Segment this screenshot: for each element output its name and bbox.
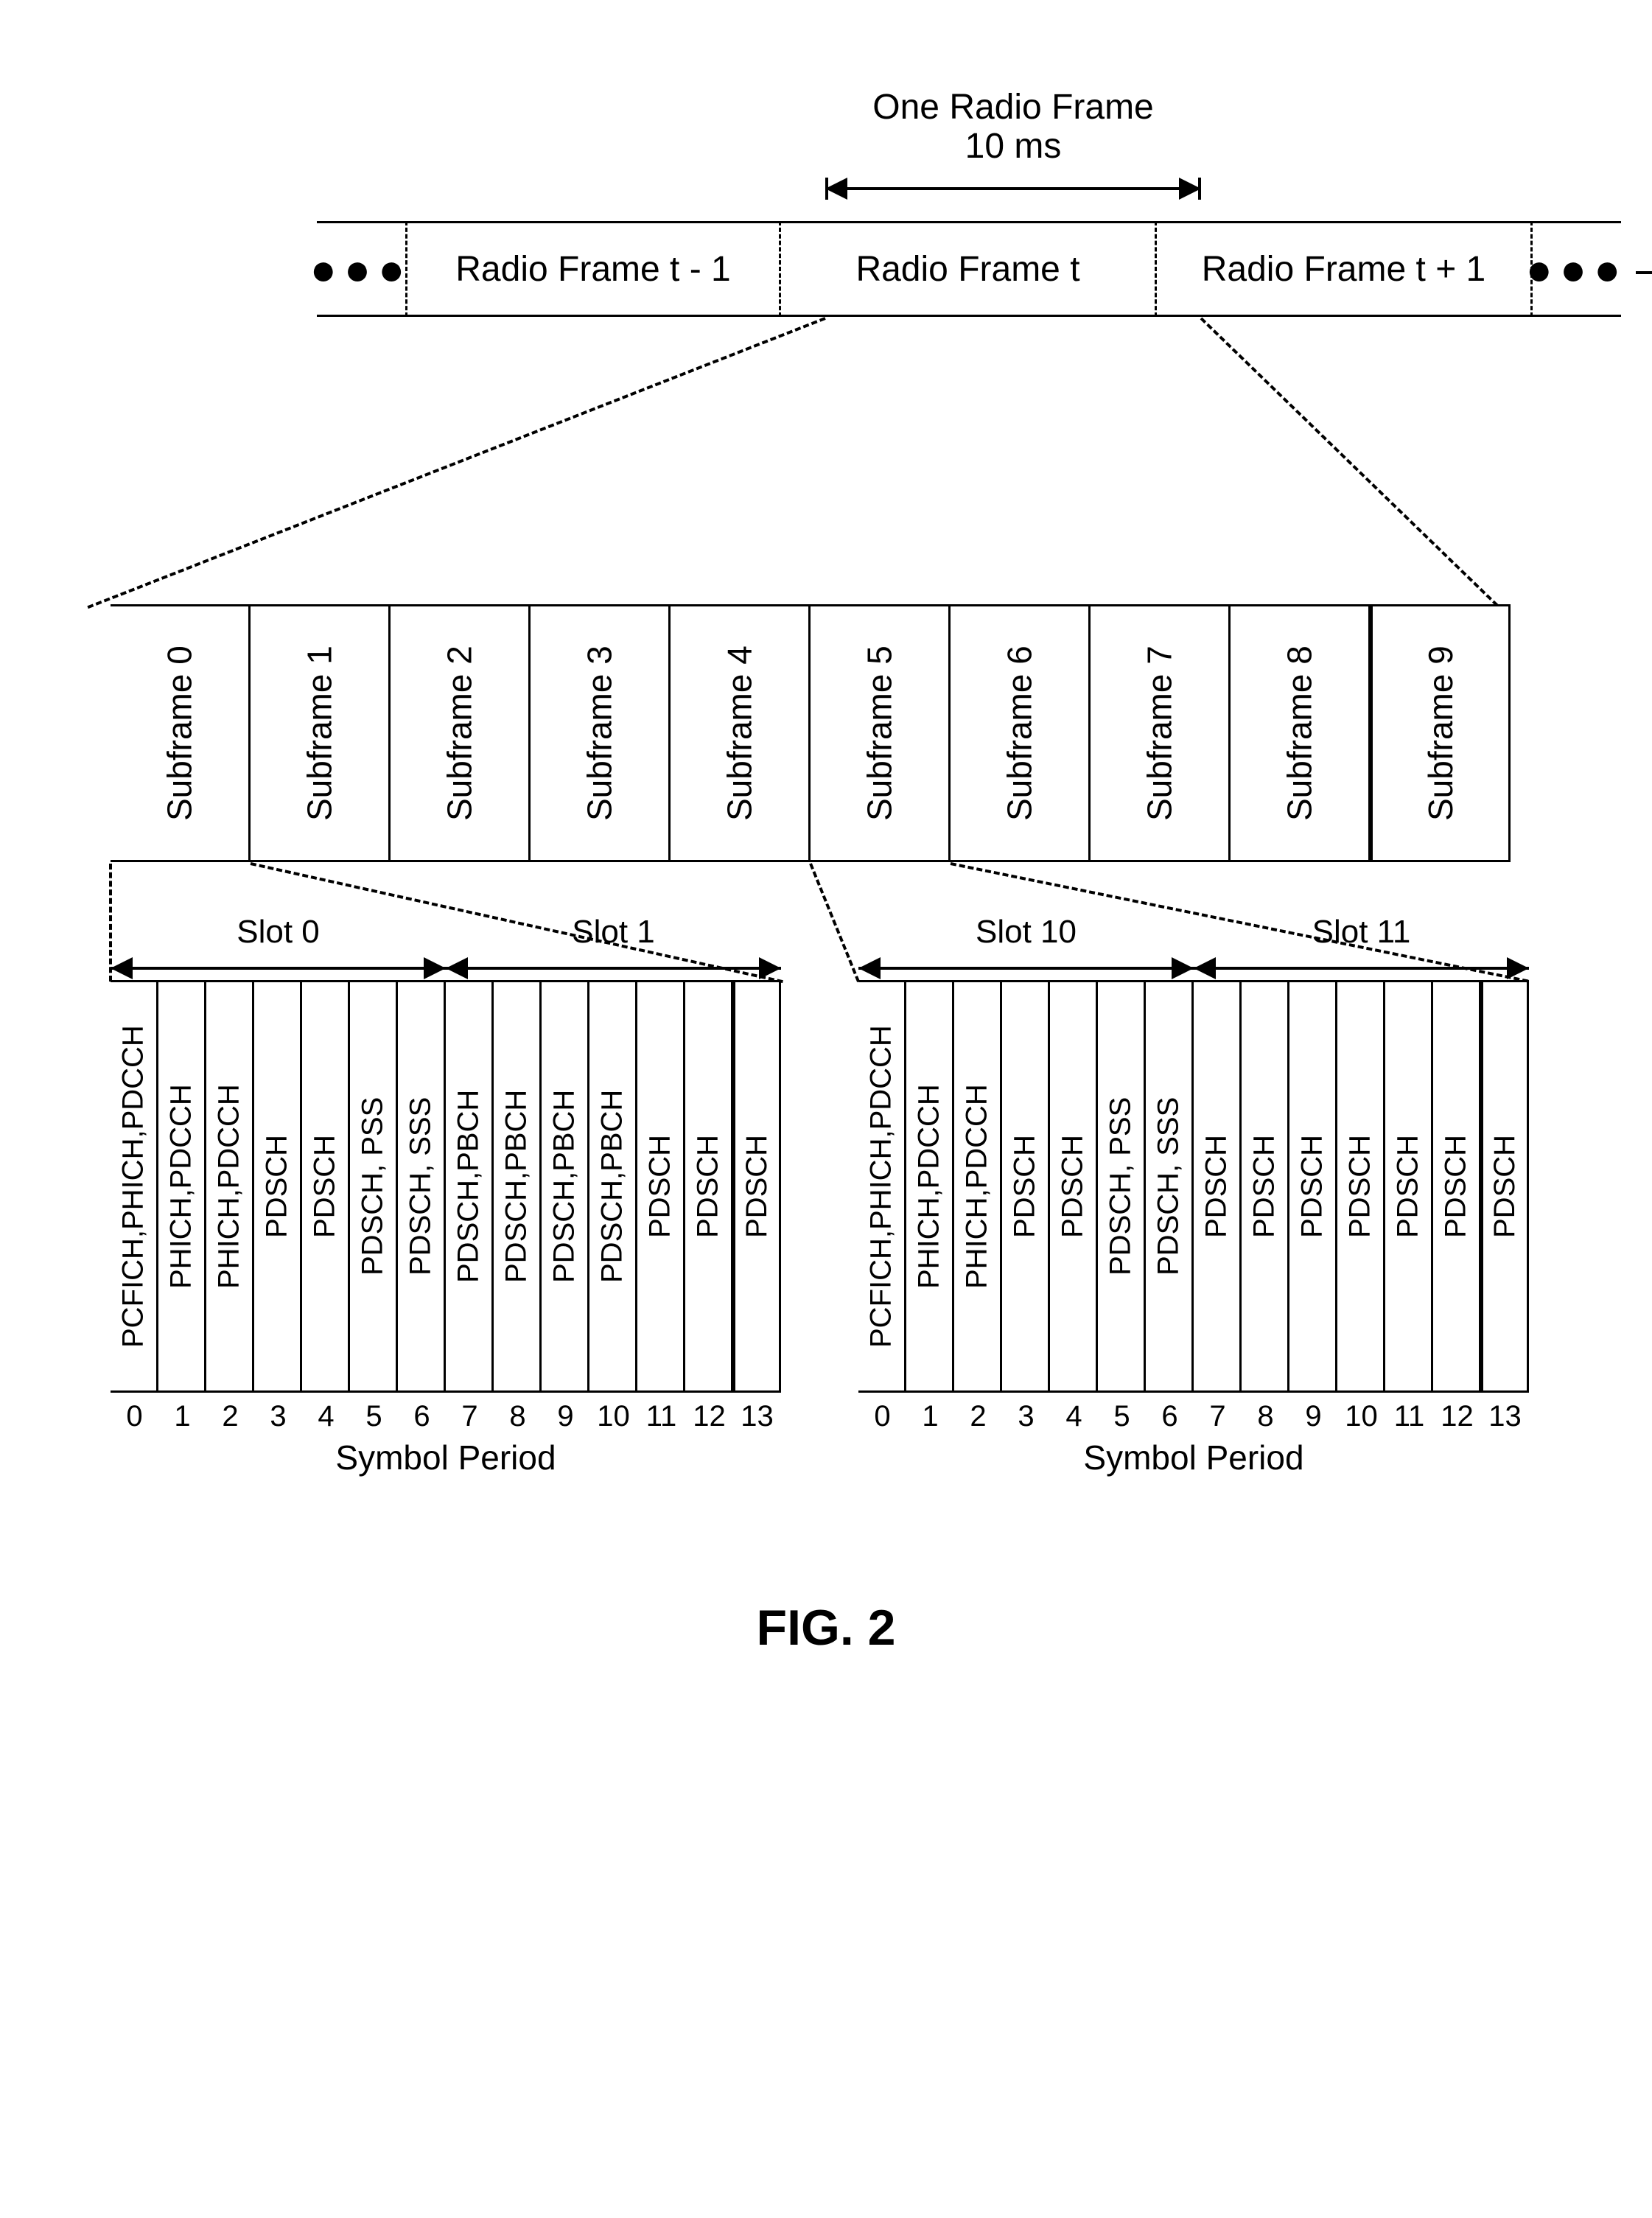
symbol-index: 7: [446, 1400, 494, 1433]
symbol-cell: PDSCH, SSS: [1146, 980, 1194, 1393]
subframe-cell: Subframe 1: [251, 604, 391, 862]
subframe-cell: Subframe 0: [111, 604, 251, 862]
symbol-cell: PHICH,PDCCH: [158, 980, 206, 1393]
symbol-cell: PDSCH: [1385, 980, 1433, 1393]
symbol-cell: PDSCH: [685, 980, 733, 1393]
symbol-index: 10: [589, 1400, 637, 1433]
symbol-index: 8: [1242, 1400, 1289, 1433]
symbol-index: 5: [350, 1400, 398, 1433]
symbol-index-row: 0 1 2 3 4 5 6 7 8 9 10 11 12 13: [858, 1400, 1529, 1433]
symbol-cell: PDSCH: [1242, 980, 1289, 1393]
subframe-cell: Subframe 6: [951, 604, 1091, 862]
symbol-cell: PDSCH: [302, 980, 350, 1393]
symbol-index: 13: [733, 1400, 781, 1433]
symbol-cell: PHICH,PDCCH: [206, 980, 254, 1393]
symbol-axis-label: Symbol Period: [858, 1438, 1529, 1477]
symbol-index: 6: [1146, 1400, 1194, 1433]
symbol-cell: PDSCH: [637, 980, 685, 1393]
symbol-cell: PDSCH,PBCH: [494, 980, 542, 1393]
slot-label: Slot 1: [572, 914, 655, 951]
symbol-cell: PDSCH: [1050, 980, 1098, 1393]
radio-frame-timeline: One Radio Frame 10 ms ●●● Radio Frame t …: [317, 221, 1621, 317]
symbol-index: 4: [302, 1400, 350, 1433]
symbol-cell: PHICH,PDCCH: [954, 980, 1002, 1393]
symbol-index: 1: [158, 1400, 206, 1433]
radio-frame-next: Radio Frame t + 1: [1157, 221, 1533, 317]
symbol-index: 3: [254, 1400, 302, 1433]
symbol-cell: PDSCH,PBCH: [446, 980, 494, 1393]
guide-line: [809, 863, 860, 982]
symbol-index: 13: [1481, 1400, 1529, 1433]
figure-caption: FIG. 2: [0, 1599, 1652, 1656]
figure-canvas: One Radio Frame 10 ms ●●● Radio Frame t …: [0, 0, 1652, 2218]
subframe-cell: Subframe 8: [1231, 604, 1371, 862]
symbol-cell: PCFICH,PHICH,PDCCH: [858, 980, 906, 1393]
subframe-cell: Subframe 4: [671, 604, 811, 862]
symbol-index: 2: [206, 1400, 254, 1433]
slot-label: Slot 0: [237, 914, 320, 951]
symbol-index: 7: [1194, 1400, 1242, 1433]
symbol-row: PCFICH,PHICH,PDCCH PHICH,PDCCH PHICH,PDC…: [111, 980, 781, 1393]
symbol-index: 10: [1337, 1400, 1385, 1433]
radio-frame-prev: Radio Frame t - 1: [405, 221, 781, 317]
span-label-line1: One Radio Frame: [825, 88, 1201, 127]
symbol-index: 5: [1098, 1400, 1146, 1433]
subframe-row: Subframe 0 Subframe 1 Subframe 2 Subfram…: [111, 604, 1511, 862]
symbol-index: 1: [906, 1400, 954, 1433]
symbol-row: PCFICH,PHICH,PDCCH PHICH,PDCCH PHICH,PDC…: [858, 980, 1529, 1393]
symbol-cell: PDSCH, PSS: [350, 980, 398, 1393]
slot-label: Slot 10: [976, 914, 1077, 951]
ellipsis-icon: ●●●: [1533, 221, 1621, 317]
symbol-cell: PDSCH,PBCH: [542, 980, 589, 1393]
symbol-index: 0: [111, 1400, 158, 1433]
detail-subframe0: Slot 0 Slot 1 PCFICH,PHICH,PDCCH PHICH,P…: [111, 980, 781, 1477]
symbol-cell: PDSCH: [1194, 980, 1242, 1393]
symbol-index: 0: [858, 1400, 906, 1433]
symbol-cell: PDSCH,PBCH: [589, 980, 637, 1393]
symbol-index: 11: [1385, 1400, 1433, 1433]
symbol-cell: PDSCH: [1433, 980, 1481, 1393]
time-arrow-icon: [1636, 262, 1652, 284]
symbol-cell: PDSCH: [1481, 980, 1529, 1393]
symbol-index: 12: [685, 1400, 733, 1433]
ellipsis-icon: ●●●: [317, 221, 405, 317]
subframe-cell: Subframe 5: [811, 604, 951, 862]
symbol-index: 8: [494, 1400, 542, 1433]
symbol-index: 6: [398, 1400, 446, 1433]
span-label-line2: 10 ms: [825, 127, 1201, 167]
radio-frame-current: Radio Frame t: [781, 221, 1157, 317]
subframe-cell: Subframe 3: [531, 604, 671, 862]
guide-line: [87, 317, 825, 609]
symbol-index: 11: [637, 1400, 685, 1433]
symbol-cell: PCFICH,PHICH,PDCCH: [111, 980, 158, 1393]
symbol-cell: PDSCH: [254, 980, 302, 1393]
symbol-axis-label: Symbol Period: [111, 1438, 781, 1477]
symbol-cell: PDSCH: [1337, 980, 1385, 1393]
symbol-cell: PDSCH: [733, 980, 781, 1393]
symbol-index: 2: [954, 1400, 1002, 1433]
symbol-index: 9: [1289, 1400, 1337, 1433]
symbol-cell: PDSCH: [1289, 980, 1337, 1393]
symbol-cell: PDSCH: [1002, 980, 1050, 1393]
symbol-index: 4: [1050, 1400, 1098, 1433]
guide-line: [1200, 318, 1499, 607]
symbol-index-row: 0 1 2 3 4 5 6 7 8 9 10 11 12 13: [111, 1400, 781, 1433]
symbol-cell: PHICH,PDCCH: [906, 980, 954, 1393]
detail-subframe5: Slot 10 Slot 11 PCFICH,PHICH,PDCCH PHICH…: [858, 980, 1529, 1477]
symbol-cell: PDSCH, SSS: [398, 980, 446, 1393]
symbol-index: 9: [542, 1400, 589, 1433]
symbol-cell: PDSCH, PSS: [1098, 980, 1146, 1393]
symbol-index: 12: [1433, 1400, 1481, 1433]
subframe-cell: Subframe 9: [1371, 604, 1511, 862]
subframe-cell: Subframe 2: [391, 604, 531, 862]
symbol-index: 3: [1002, 1400, 1050, 1433]
slot-label: Slot 11: [1312, 914, 1411, 951]
subframe-cell: Subframe 7: [1091, 604, 1231, 862]
